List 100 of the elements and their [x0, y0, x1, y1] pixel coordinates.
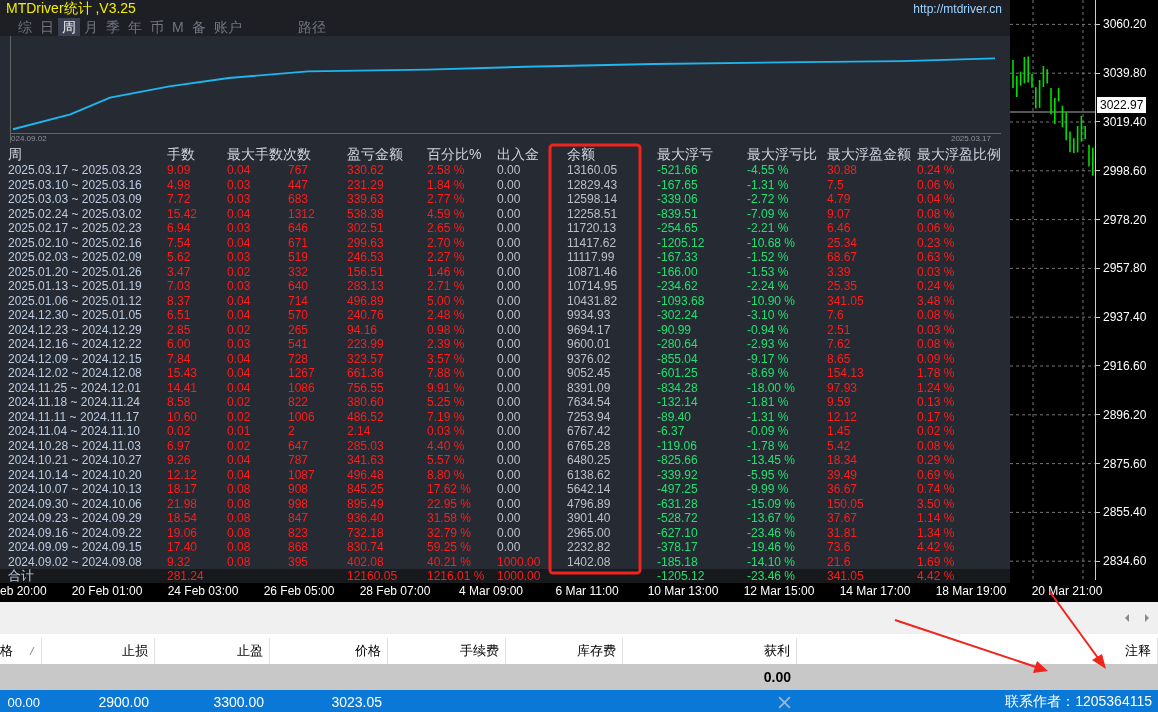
table-cell-text: 0.04: [227, 206, 252, 221]
tab[interactable]: 季: [102, 18, 124, 36]
tab[interactable]: 年: [124, 18, 146, 36]
table-cell-text: 223.99: [347, 337, 385, 352]
table-cell-text: 12.12: [167, 467, 199, 482]
table-cell-text: 94.16: [347, 322, 379, 337]
table-cell-text: 2.70 %: [427, 235, 466, 250]
table-cell-text: 2024.10.14 ~ 2024.10.20: [8, 467, 143, 482]
table-cell-text: 6.00: [167, 337, 192, 352]
table-cell-text: 10714.95: [567, 279, 619, 294]
order-row[interactable]: 00.00 2900.00 3300.00 3023.05 联系作者：1205364115: [0, 690, 1158, 712]
column-header: 最大浮亏: [657, 146, 714, 163]
column-header: 盈亏金额: [347, 146, 404, 163]
table-cell-text: 0.08: [227, 511, 252, 526]
table-cell-text: 0.02: [227, 322, 252, 337]
table-cell-text: 1.84 %: [427, 177, 466, 192]
table-cell-text: 2024.09.30 ~ 2024.10.06: [8, 496, 143, 511]
table-cell-text: -8.69 %: [747, 366, 790, 381]
table-cell-text: 341.05: [827, 569, 865, 583]
table-cell-text: -339.06: [657, 192, 699, 207]
table-cell-text: 2024.11.11 ~ 2024.11.17: [8, 409, 141, 424]
website-link[interactable]: http://mtdriver.cn: [913, 2, 1002, 16]
table-cell-text: 0.09 %: [917, 351, 956, 366]
table-cell-text: 21.6: [827, 554, 852, 569]
table-cell-text: 1.69 %: [917, 554, 956, 569]
tab[interactable]: 币: [146, 18, 168, 36]
tab[interactable]: 日: [36, 18, 58, 36]
table-cell-text: 10.60: [167, 409, 199, 424]
tab[interactable]: 周: [58, 18, 80, 36]
table-cell-text: 9.09: [167, 163, 192, 178]
table-cell-text: 73.6: [827, 540, 852, 555]
table-cell-text: 2024.12.09 ~ 2024.12.15: [8, 351, 143, 366]
table-cell-text: 7.5: [827, 177, 845, 192]
table-cell-text: 156.51: [347, 264, 385, 279]
table-cell-text: 0.00: [497, 235, 522, 250]
table-cell-text: 8.80 %: [427, 467, 466, 482]
table-cell-text: 0.02: [227, 409, 252, 424]
table-cell-text: -627.10: [657, 525, 699, 540]
table-cell-text: 767: [288, 163, 310, 178]
table-cell-text: 0.04: [227, 351, 252, 366]
table-cell-text: -14.10 %: [747, 554, 797, 569]
tab[interactable]: 备: [187, 18, 210, 36]
table-cell-text: 7.84: [167, 351, 192, 366]
table-cell-text: 2025.01.13 ~ 2025.01.19: [8, 279, 143, 294]
table-cell-text: 538.38: [347, 206, 385, 221]
scroll-left-icon[interactable]: [1124, 614, 1130, 622]
table-cell-text: -119.06: [657, 438, 698, 453]
scroll-right-icon[interactable]: [1144, 614, 1150, 622]
table-cell-text: 0.00: [497, 351, 522, 366]
column-header[interactable]: 格: [0, 642, 13, 660]
table-cell-text: 2025.01.06 ~ 2025.01.12: [8, 293, 143, 308]
table-cell-text: -254.65: [657, 221, 699, 236]
tab[interactable]: 综: [14, 18, 36, 36]
table-cell-text: 9052.45: [567, 366, 612, 381]
column-header: 最大浮盈比例: [917, 146, 1002, 163]
table-cell-text: 1267: [288, 366, 316, 381]
price-label: 2937.40: [1103, 310, 1147, 325]
table-cell-text: 0.00: [497, 525, 522, 540]
table-cell-text: 1216.01 %: [427, 569, 486, 583]
table-cell-text: 0.04: [227, 453, 252, 468]
table-cell-text: 12.12: [827, 409, 859, 424]
table-cell-text: 11720.13: [567, 221, 618, 236]
table-cell-text: 154.13: [827, 366, 865, 381]
table-cell-text: 1087: [288, 467, 316, 482]
table-cell-text: 0.00: [497, 308, 522, 323]
tab[interactable]: M: [168, 18, 188, 36]
table-cell-text: 4.59 %: [427, 206, 466, 221]
close-icon[interactable]: [778, 695, 791, 709]
table-cell-text: 19.06: [167, 525, 199, 540]
tab[interactable]: 路径: [293, 18, 330, 36]
table-cell-text: -2.24 %: [747, 279, 790, 294]
table-cell-text: 2.27 %: [427, 250, 466, 265]
table-cell-text: 0.03 %: [917, 322, 956, 337]
table-cell-text: 7253.94: [567, 409, 612, 424]
table-cell-text: 0.06 %: [917, 221, 956, 236]
table-cell-text: 7.19 %: [427, 409, 466, 424]
time-label: 6 Mar 11:00: [554, 584, 620, 598]
table-cell-text: 2024.10.28 ~ 2024.11.03: [8, 438, 142, 453]
table-cell-text: 14.41: [167, 380, 199, 395]
table-cell-text: 2025.02.10 ~ 2025.02.16: [8, 235, 143, 250]
table-cell-text: 3.48 %: [917, 293, 956, 308]
table-cell-text: -528.72: [657, 511, 699, 526]
tab[interactable]: 账户: [209, 18, 246, 36]
table-cell-text: 496.48: [347, 467, 385, 482]
table-cell-text: 1.34 %: [917, 525, 956, 540]
table-cell-text: 4.79: [827, 192, 852, 207]
table-cell-text: 12829.43: [567, 177, 619, 192]
table-cell-text: -3.10 %: [747, 308, 790, 323]
table-cell-text: 0.08: [227, 496, 252, 511]
table-cell-text: 6765.28: [567, 438, 612, 453]
table-cell-text: 2024.09.23 ~ 2024.09.29: [8, 511, 143, 526]
tab[interactable]: 月: [80, 18, 102, 36]
table-cell-text: -521.66: [657, 163, 699, 178]
table-cell-text: 10431.82: [567, 293, 619, 308]
table-cell-text: -1205.12: [657, 569, 706, 583]
table-cell-text: -280.64: [657, 337, 699, 352]
table-cell-text: 150.05: [827, 496, 865, 511]
table-cell-text: 9.59: [827, 395, 852, 410]
table-cell-text: 1006: [288, 409, 316, 424]
table-cell-text: -89.40: [657, 409, 693, 424]
